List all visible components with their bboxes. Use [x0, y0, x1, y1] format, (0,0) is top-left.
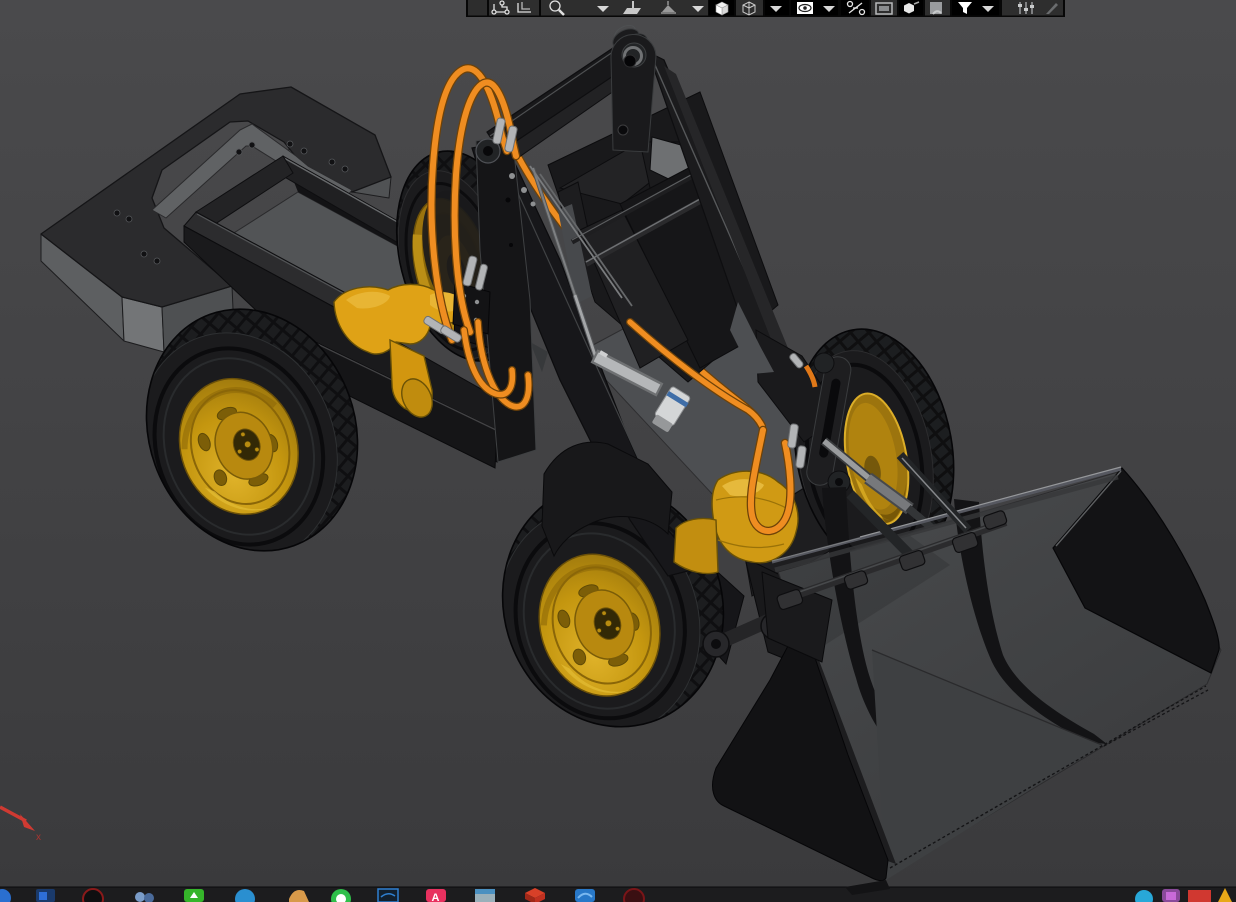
svg-text:x: x: [36, 832, 41, 843]
svg-text:A: A: [432, 892, 440, 902]
